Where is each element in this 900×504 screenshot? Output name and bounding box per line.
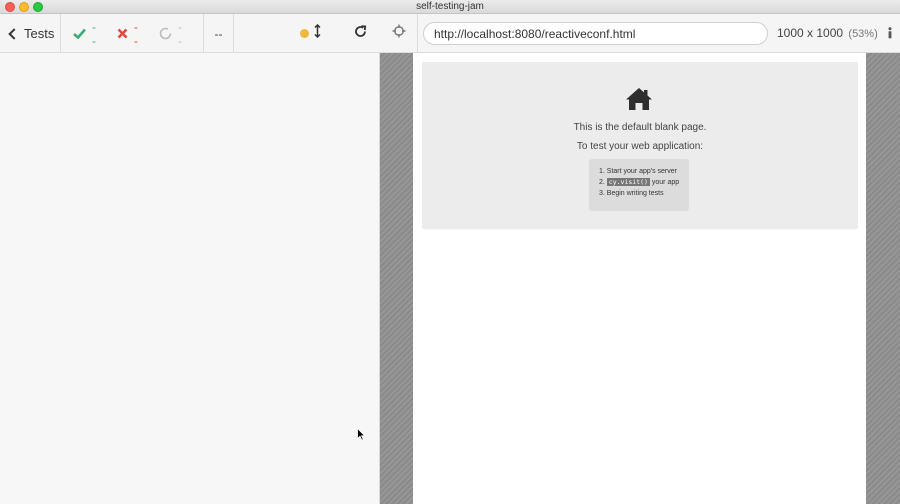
- step-3: 3. Begin writing tests: [599, 190, 664, 197]
- spinner-icon: [159, 27, 172, 40]
- step-1: 1. Start your app's server: [599, 168, 677, 175]
- viewport-scale: (53%): [848, 28, 878, 40]
- viewport-dims: 1000 x 1000: [777, 26, 844, 40]
- failed-count: --: [133, 19, 138, 48]
- step-2: 2. cy.visit() your app: [599, 177, 689, 188]
- passed-stat: --: [73, 20, 97, 48]
- auto-scroll-toggle[interactable]: [300, 14, 321, 53]
- passed-count: --: [92, 19, 96, 48]
- dot-indicator-icon: [300, 29, 309, 38]
- title-bar: self-testing-jam: [0, 0, 900, 14]
- mouse-cursor-icon: [357, 427, 366, 446]
- default-blank-page: This is the default blank page. To test …: [422, 62, 858, 229]
- viewport-info: 1000 x 1000 (53%): [777, 26, 878, 40]
- step-2-suffix: your app: [651, 179, 680, 186]
- duration: --: [204, 14, 234, 53]
- check-icon: [73, 28, 86, 39]
- reporter-body: [0, 53, 379, 504]
- failed-stat: --: [117, 20, 139, 48]
- tests-back-button[interactable]: Tests: [0, 14, 61, 53]
- reporter-panel: Tests -- -- -- --: [0, 14, 380, 504]
- blank-page-line1: This is the default blank page.: [573, 122, 707, 133]
- selector-playground-button[interactable]: [380, 14, 418, 53]
- test-stats: -- -- --: [61, 14, 204, 53]
- step-2-code: cy.visit(): [606, 178, 650, 186]
- resize-vertical-icon: [314, 23, 321, 43]
- x-icon: [117, 28, 128, 39]
- aut-iframe: This is the default blank page. To test …: [413, 53, 866, 504]
- window-title: self-testing-jam: [416, 1, 484, 12]
- runner-panel: http://localhost:8080/reactiveconf.html …: [380, 14, 900, 504]
- home-icon: [625, 87, 653, 116]
- tests-back-label: Tests: [24, 26, 55, 41]
- steps-list: 1. Start your app's server 2. cy.visit()…: [589, 159, 689, 211]
- url-bar[interactable]: http://localhost:8080/reactiveconf.html: [423, 22, 768, 45]
- reload-icon: [354, 24, 367, 43]
- blank-page-line2: To test your web application:: [576, 141, 704, 152]
- step-2-prefix: 2.: [599, 179, 605, 186]
- info-icon[interactable]: [885, 27, 894, 39]
- crosshair-icon: [392, 24, 406, 43]
- pending-stat: --: [159, 20, 183, 48]
- pending-count: --: [178, 19, 183, 48]
- chevron-left-icon: [8, 27, 20, 40]
- reload-button[interactable]: [340, 14, 380, 53]
- runner-header: http://localhost:8080/reactiveconf.html …: [380, 14, 900, 53]
- reporter-header: Tests -- -- -- --: [0, 14, 380, 53]
